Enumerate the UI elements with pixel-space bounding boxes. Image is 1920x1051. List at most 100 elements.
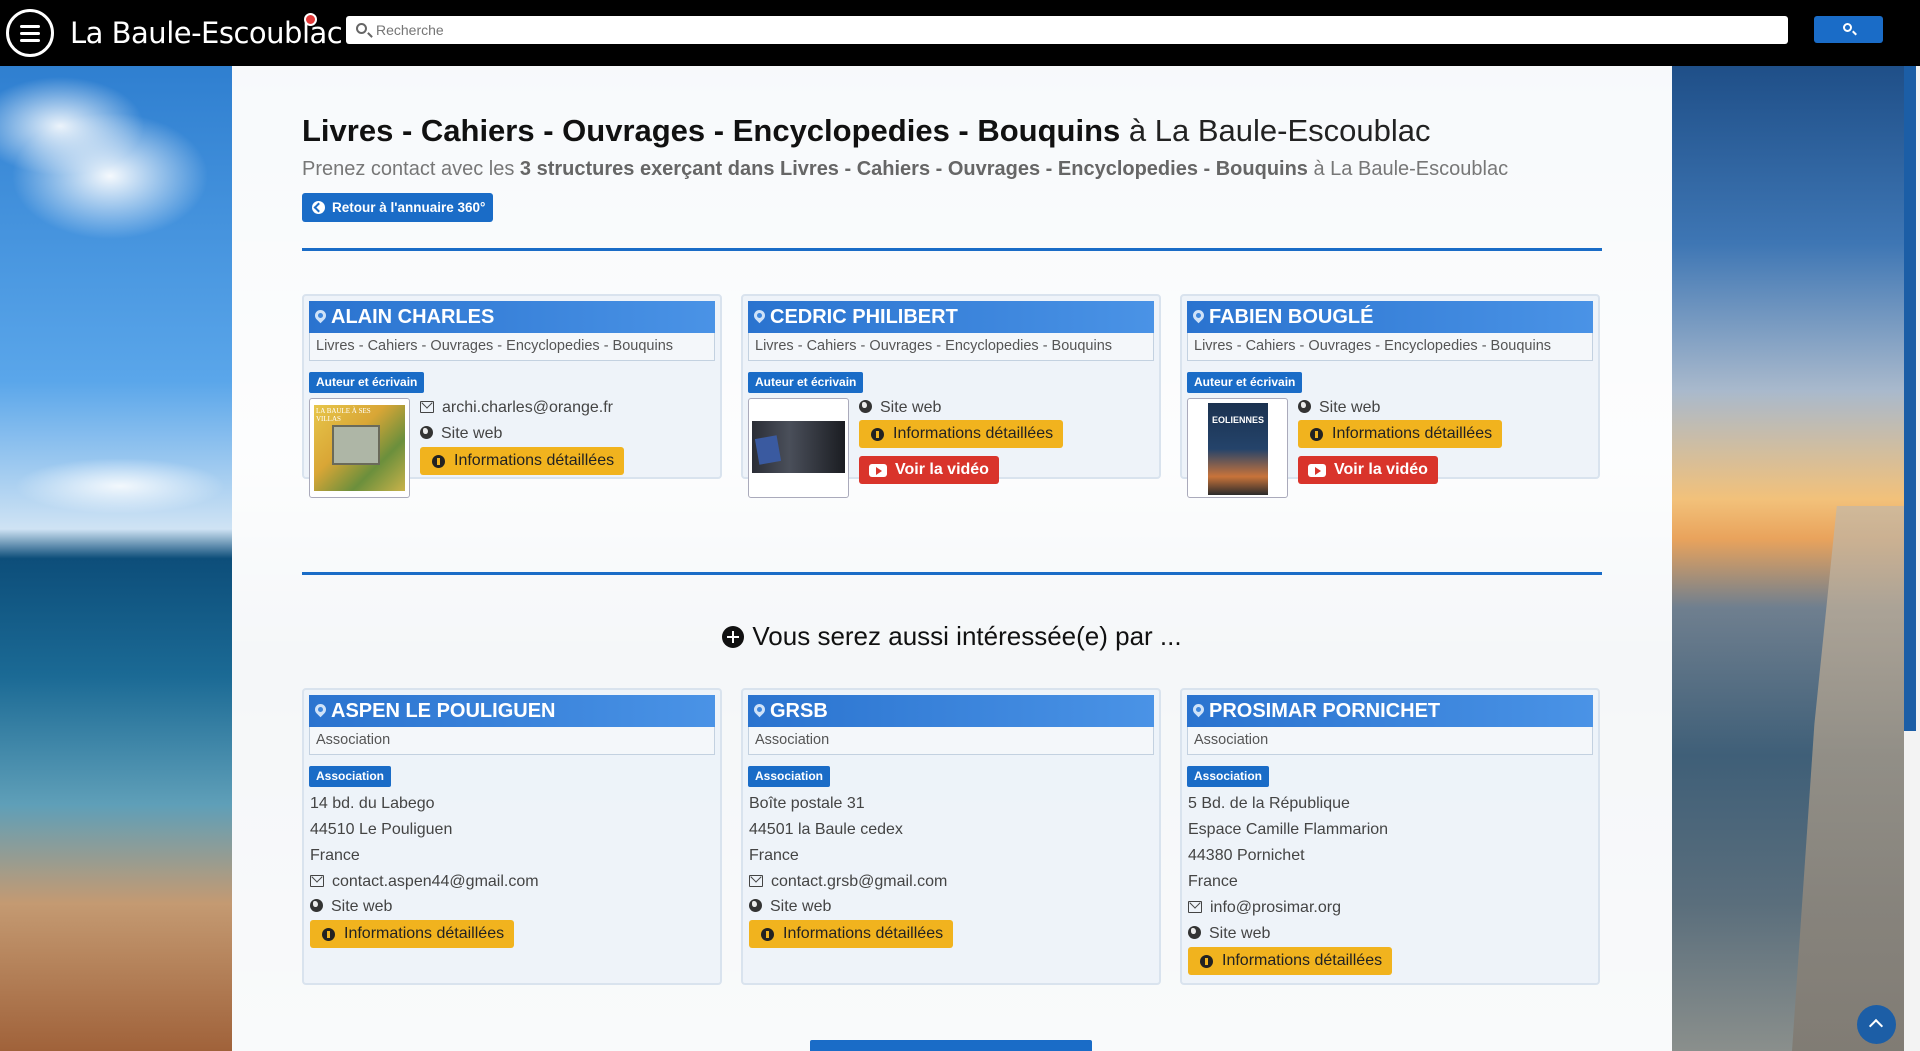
map-pin-icon <box>751 701 768 718</box>
envelope-icon <box>749 875 763 887</box>
related-heading-text: Vous serez aussi intéressée(e) par ... <box>752 621 1182 651</box>
card-header[interactable]: ASPEN LE POULIGUEN <box>309 695 715 727</box>
website-text: Site web <box>770 898 832 915</box>
info-button[interactable]: Informations détaillées <box>310 920 515 948</box>
card-email[interactable]: archi.charles@orange.fr <box>420 398 613 418</box>
video-button[interactable]: Voir la vidéo <box>859 456 999 484</box>
video-button-label: Voir la vidéo <box>895 461 989 478</box>
info-circle-icon <box>432 455 445 468</box>
card-title: PROSIMAR PORNICHET <box>1209 700 1441 722</box>
arrow-left-circle-icon <box>312 201 325 214</box>
card-header[interactable]: ALAIN CHARLES <box>309 301 715 333</box>
notification-dot-icon <box>304 13 317 26</box>
video-thumbnail[interactable] <box>748 398 849 498</box>
card-category: Livres - Cahiers - Ouvrages - Encycloped… <box>748 333 1154 361</box>
globe-icon <box>310 899 323 912</box>
envelope-icon <box>310 875 324 887</box>
background-beach-left <box>0 66 232 1051</box>
card-tag: Association <box>748 766 831 787</box>
search-icon <box>1843 23 1852 32</box>
card-tag: Association <box>1187 766 1270 787</box>
envelope-icon <box>1188 901 1202 913</box>
card-category: Association <box>309 727 715 755</box>
subtitle-bold: 3 structures exerçant dans Livres - Cahi… <box>519 158 1308 180</box>
card-tag: Auteur et écrivain <box>1187 372 1303 393</box>
card-website[interactable]: Site web <box>859 398 941 418</box>
main-content: Livres - Cahiers - Ouvrages - Encycloped… <box>232 66 1672 1051</box>
address-line: Boîte postale 31 <box>749 795 865 812</box>
info-circle-icon <box>1200 955 1213 968</box>
card-title: ASPEN LE POULIGUEN <box>331 700 556 722</box>
book-cover-thumbnail[interactable]: LA BAULE À SES VILLAS <box>309 398 410 498</box>
search-input[interactable] <box>376 16 1776 44</box>
listing-card-fabien-bougle: FABIEN BOUGLÉ Livres - Cahiers - Ouvrage… <box>1180 294 1600 498</box>
card-category: Association <box>748 727 1154 755</box>
website-text: Site web <box>1319 399 1381 416</box>
top-bar: La Baule-Escoublac <box>0 0 1920 66</box>
map-pin-icon <box>1190 701 1207 718</box>
card-header[interactable]: GRSB <box>748 695 1154 727</box>
info-circle-icon <box>871 428 884 441</box>
card-title: ALAIN CHARLES <box>331 306 495 328</box>
address-line: 44380 Pornichet <box>1188 847 1305 864</box>
globe-icon <box>420 426 433 439</box>
info-button[interactable]: Informations détaillées <box>1188 947 1393 975</box>
video-button-label: Voir la vidéo <box>1334 461 1428 478</box>
card-tag: Auteur et écrivain <box>748 372 864 393</box>
book-cover-photo <box>332 425 380 465</box>
website-text: Site web <box>1209 925 1271 942</box>
info-circle-icon <box>761 928 774 941</box>
card-email[interactable]: contact.aspen44@gmail.com <box>310 872 539 892</box>
book-cover-thumbnail[interactable]: EOLIENNES <box>1187 398 1288 498</box>
page-title-location: à La Baule-Escoublac <box>1120 113 1431 148</box>
card-website[interactable]: Site web <box>1298 398 1380 418</box>
info-button[interactable]: Informations détaillées <box>1298 420 1503 448</box>
card-website[interactable]: Site web <box>420 424 502 444</box>
book-in-hand-image <box>754 435 782 465</box>
bottom-button-partial[interactable] <box>810 1040 1092 1051</box>
info-button-label: Informations détaillées <box>454 452 615 469</box>
search-button[interactable] <box>1814 16 1883 43</box>
address-line: Espace Camille Flammarion <box>1188 821 1389 838</box>
page-subtitle: Prenez contact avec les 3 structures exe… <box>302 158 1508 181</box>
info-button[interactable]: Informations détaillées <box>420 447 625 475</box>
background-beach-right <box>1672 66 1904 1051</box>
globe-icon <box>1188 926 1201 939</box>
book-cover-title: EOLIENNES <box>1212 415 1265 425</box>
info-button[interactable]: Informations détaillées <box>859 420 1064 448</box>
card-email[interactable]: info@prosimar.org <box>1188 898 1341 918</box>
back-to-directory-button[interactable]: Retour à l'annuaire 360° <box>302 193 494 222</box>
card-tag: Association <box>309 766 392 787</box>
address-line: France <box>1188 873 1238 890</box>
card-header[interactable]: PROSIMAR PORNICHET <box>1187 695 1593 727</box>
site-title[interactable]: La Baule-Escoublac <box>70 16 343 50</box>
divider-top <box>302 248 1602 251</box>
card-header[interactable]: FABIEN BOUGLÉ <box>1187 301 1593 333</box>
info-button-label: Informations détaillées <box>344 925 505 942</box>
card-tag: Auteur et écrivain <box>309 372 425 393</box>
email-text: archi.charles@orange.fr <box>442 399 613 416</box>
menu-icon[interactable] <box>6 9 54 57</box>
website-text: Site web <box>331 898 393 915</box>
scroll-to-top-button[interactable] <box>1857 1005 1896 1044</box>
subtitle-start: Prenez contact avec les <box>302 158 520 180</box>
address-line: France <box>749 847 799 864</box>
search-bar <box>346 16 1788 44</box>
card-title: CEDRIC PHILIBERT <box>770 306 958 328</box>
globe-icon <box>749 899 762 912</box>
address-line: 14 bd. du Labego <box>310 795 435 812</box>
card-website[interactable]: Site web <box>749 897 831 917</box>
related-section-heading: Vous serez aussi intéressée(e) par ... <box>232 621 1672 652</box>
card-header[interactable]: CEDRIC PHILIBERT <box>748 301 1154 333</box>
card-email[interactable]: contact.grsb@gmail.com <box>749 872 947 892</box>
website-text: Site web <box>441 425 503 442</box>
info-button[interactable]: Informations détaillées <box>749 920 954 948</box>
card-website[interactable]: Site web <box>1188 924 1270 944</box>
card-category: Association <box>1187 727 1593 755</box>
map-pin-icon <box>1190 307 1207 324</box>
info-button-label: Informations détaillées <box>893 425 1054 442</box>
video-button[interactable]: Voir la vidéo <box>1298 456 1438 484</box>
card-website[interactable]: Site web <box>310 897 392 917</box>
scrollbar-thumb[interactable] <box>1904 66 1916 731</box>
email-text: contact.aspen44@gmail.com <box>332 873 539 890</box>
